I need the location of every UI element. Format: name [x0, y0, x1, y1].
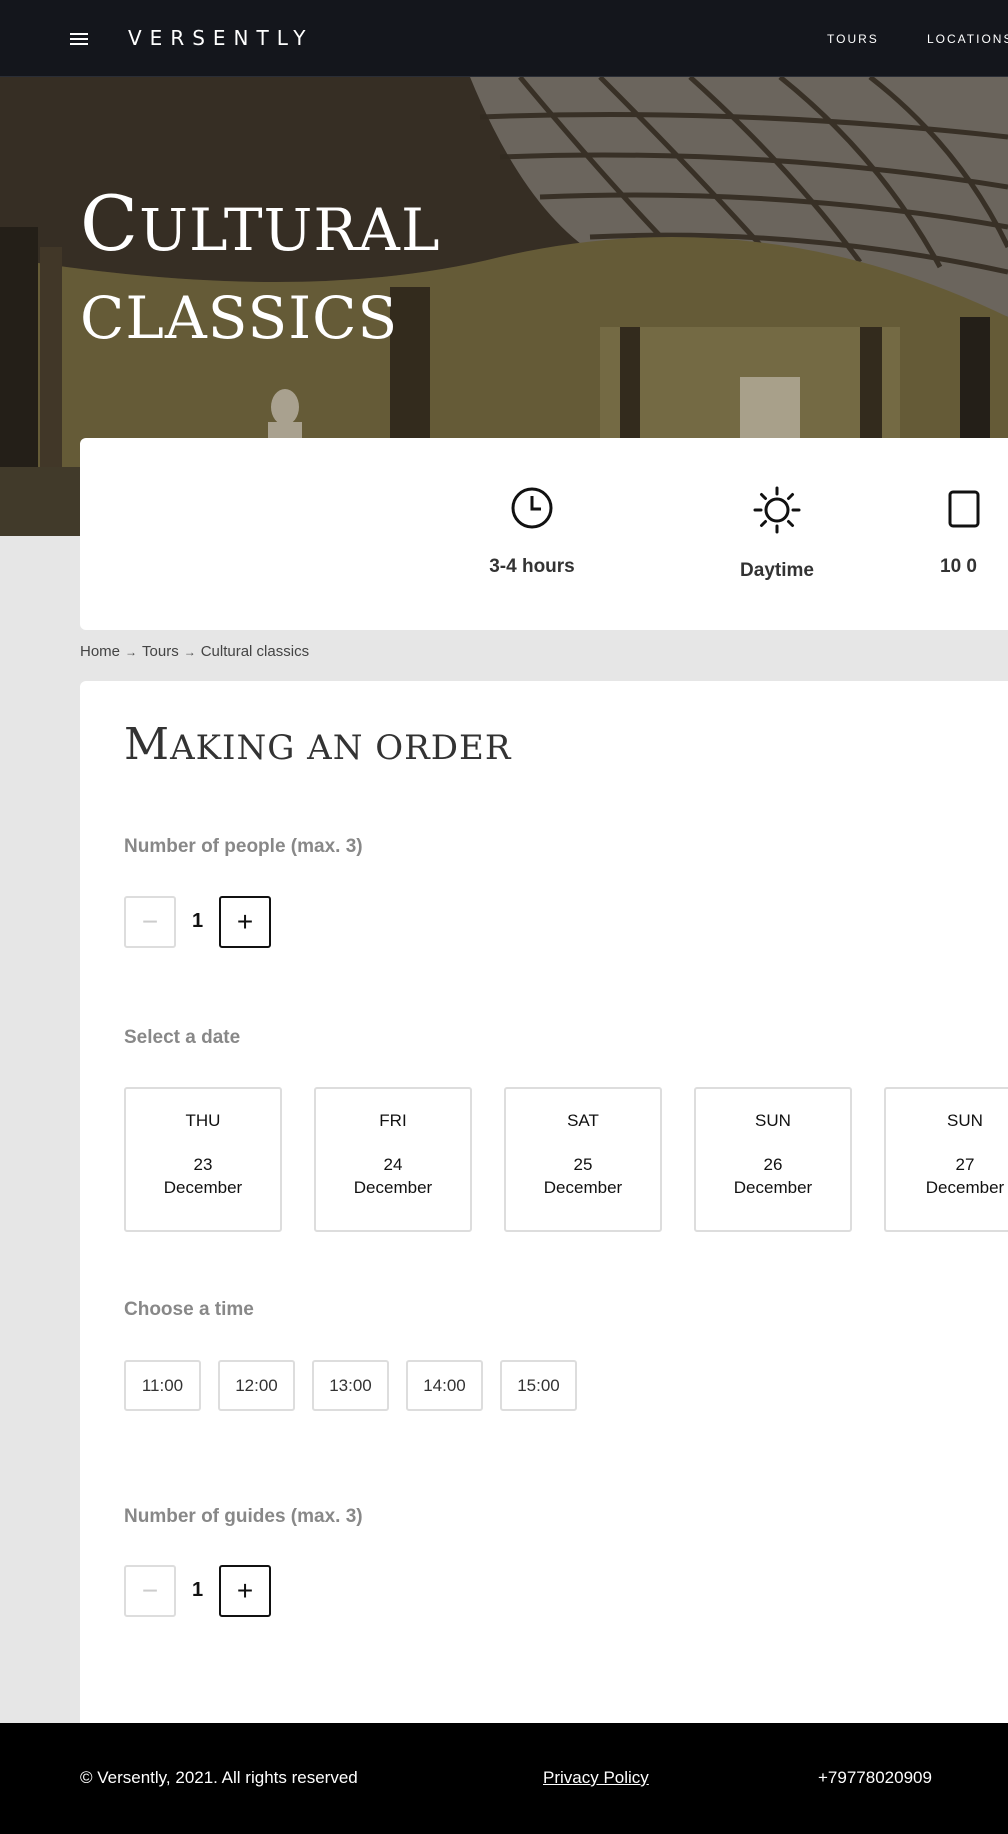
logo[interactable]: VERSENTLY	[128, 26, 313, 50]
date-month: December	[733, 1178, 813, 1197]
breadcrumb-tours[interactable]: Tours	[142, 643, 179, 660]
phone-link[interactable]: +79778020909	[818, 1768, 932, 1788]
date-day: SUN	[755, 1111, 791, 1130]
time-option[interactable]: 12:00	[218, 1360, 295, 1411]
privacy-policy-link[interactable]: Privacy Policy	[543, 1768, 649, 1788]
people-count: 1	[191, 910, 204, 932]
hero-title: CULTURAL CLASSICS	[80, 180, 440, 362]
date-day: SUN	[947, 1111, 983, 1130]
tour-info-card: 3-4 hours Daytime 10 0	[80, 438, 1008, 630]
breadcrumb-separator: →	[125, 645, 138, 659]
order-title: MAKING AN ORDER	[124, 719, 511, 770]
time-option[interactable]: 13:00	[312, 1360, 389, 1411]
date-label: Select a date	[124, 1027, 241, 1048]
breadcrumb-current: Cultural classics	[200, 643, 310, 660]
breadcrumb-separator: →	[183, 645, 196, 659]
order-panel: MAKING AN ORDER Number of people (max. 3…	[80, 681, 1008, 1723]
info-group-size: 10 0	[940, 486, 1008, 578]
calendar-icon	[948, 490, 980, 528]
date-month: December	[925, 1178, 1005, 1197]
date-option[interactable]: SUN 27 December	[884, 1087, 1008, 1232]
date-option[interactable]: FRI 24 December	[314, 1087, 472, 1232]
nav-locations[interactable]: LOCATIONS	[927, 32, 1008, 46]
people-label: Number of people (max. 3)	[124, 836, 363, 857]
date-day: THU	[185, 1111, 221, 1130]
time-option[interactable]: 11:00	[124, 1360, 201, 1411]
hero-title-cap: C	[80, 179, 140, 268]
guides-increment-button[interactable]: +	[219, 1565, 271, 1617]
date-month: December	[543, 1178, 623, 1197]
breadcrumb: Home → Tours → Cultural classics	[80, 643, 309, 660]
guides-label: Number of guides (max. 3)	[124, 1506, 363, 1527]
time-option[interactable]: 15:00	[500, 1360, 577, 1411]
date-month: December	[353, 1178, 433, 1197]
people-stepper: − 1 +	[124, 896, 324, 948]
date-day: FRI	[379, 1111, 407, 1130]
guides-decrement-button[interactable]: −	[124, 1565, 176, 1617]
date-option[interactable]: SUN 26 December	[694, 1087, 852, 1232]
info-label: 10 0	[940, 556, 977, 577]
date-option[interactable]: THU 23 December	[124, 1087, 282, 1232]
date-day: SAT	[567, 1111, 599, 1130]
copyright: © Versently, 2021. All rights reserved	[80, 1768, 358, 1787]
site-header: VERSENTLY TOURS LOCATIONS	[0, 0, 1008, 77]
time-label: Choose a time	[124, 1299, 254, 1320]
clock-icon	[511, 487, 553, 529]
hero-title-line2: CLASSICS	[80, 284, 399, 352]
hero-title-line1: ULTURAL	[139, 196, 441, 264]
sun-icon	[753, 486, 801, 534]
breadcrumb-home[interactable]: Home	[80, 643, 120, 660]
guides-stepper: − 1 +	[124, 1565, 324, 1617]
date-option-inner: SUN 27 December	[886, 1111, 1008, 1198]
info-label: Daytime	[740, 560, 814, 581]
date-number: 26	[763, 1155, 783, 1174]
menu-icon[interactable]	[70, 33, 88, 47]
date-number: 25	[573, 1155, 593, 1174]
date-month: December	[163, 1178, 243, 1197]
guides-count: 1	[191, 1579, 204, 1601]
time-option[interactable]: 14:00	[406, 1360, 483, 1411]
nav-tours[interactable]: TOURS	[827, 32, 879, 46]
info-duration: 3-4 hours	[452, 486, 612, 578]
date-number: 27	[955, 1155, 975, 1174]
info-label: 3-4 hours	[489, 556, 575, 577]
date-number: 23	[193, 1155, 213, 1174]
date-option[interactable]: SAT 25 December	[504, 1087, 662, 1232]
people-increment-button[interactable]: +	[219, 896, 271, 948]
order-title-cap: M	[124, 719, 171, 770]
info-time-of-day: Daytime	[697, 486, 857, 582]
site-footer: © Versently, 2021. All rights reserved P…	[0, 1723, 1008, 1834]
order-title-rest: AKING AN ORDER	[170, 728, 512, 768]
people-decrement-button[interactable]: −	[124, 896, 176, 948]
date-number: 24	[383, 1155, 403, 1174]
